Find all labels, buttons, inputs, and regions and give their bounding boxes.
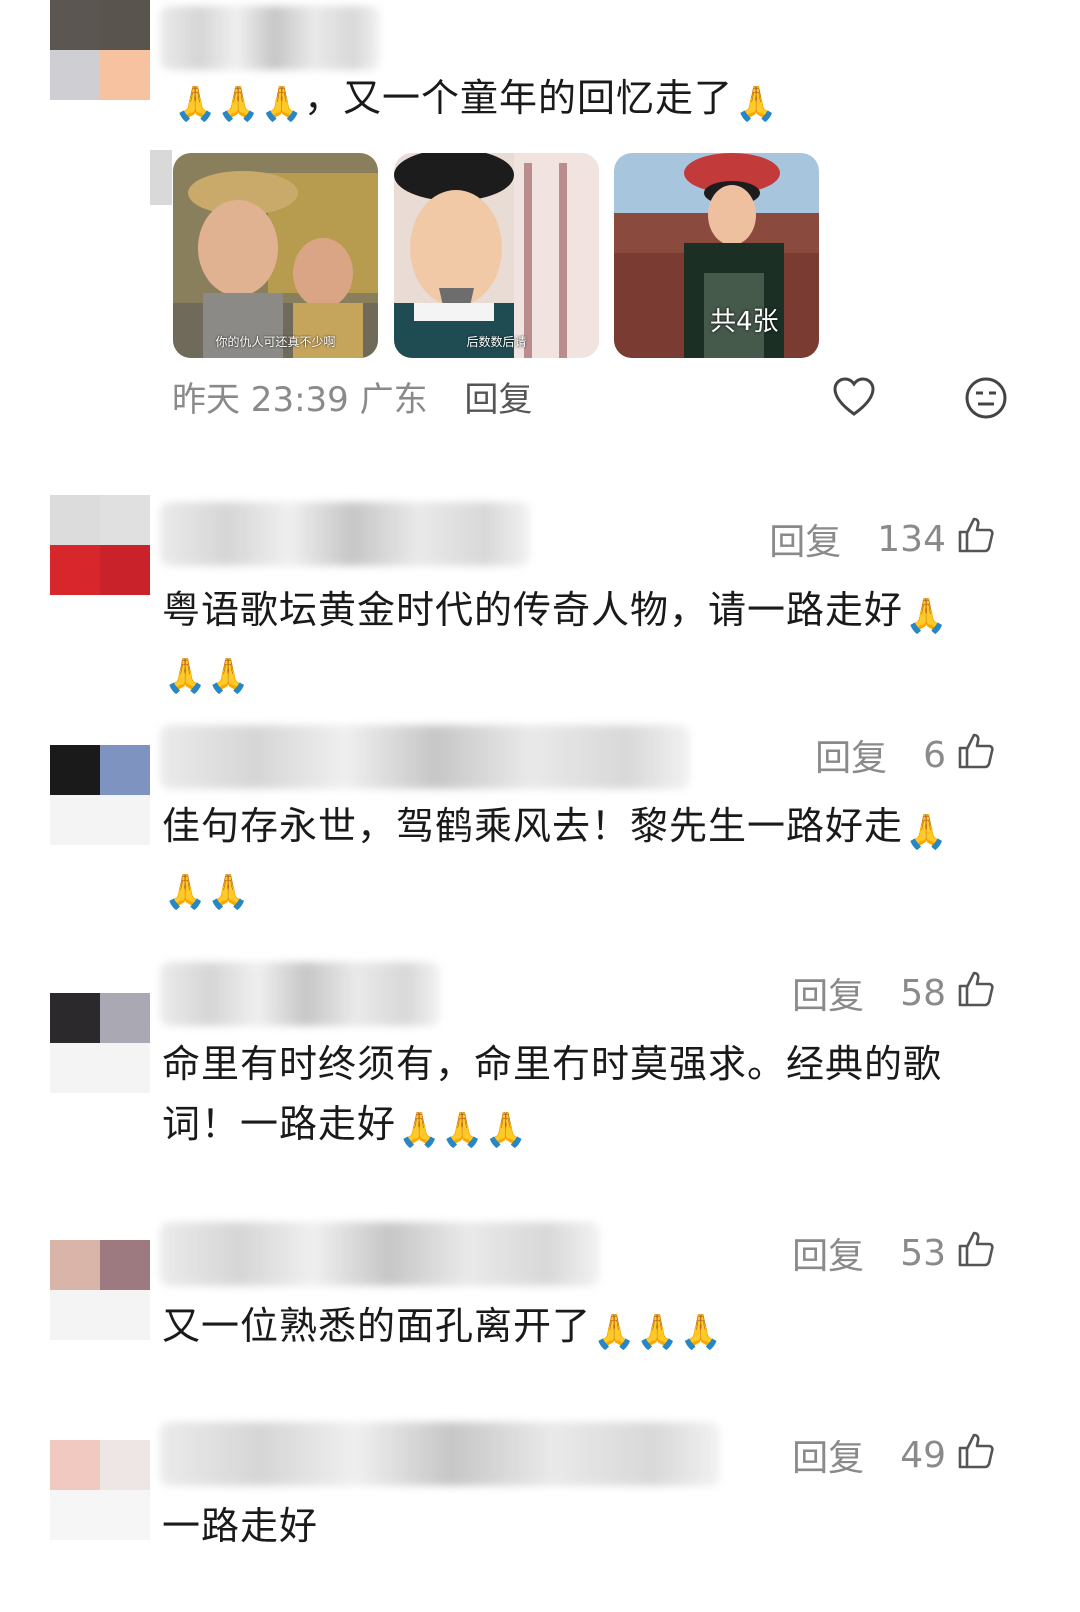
reply-button[interactable]: 回复 <box>769 513 841 565</box>
photo-thumbnail[interactable]: 共4张 <box>614 153 819 358</box>
pray-emoji: 🙏🙏 <box>164 872 251 912</box>
reply-button[interactable]: 回复 <box>815 729 887 781</box>
photo-thumbnail[interactable]: 后数数后请 <box>394 153 599 358</box>
comment-time: 昨天 23:39 <box>172 380 349 420</box>
thumbs-up-icon[interactable] <box>956 969 996 1018</box>
photo-caption: 你的仇人可还真不少啊 <box>215 335 336 349</box>
reply-button[interactable]: 回复 <box>792 1429 864 1481</box>
avatar[interactable] <box>50 1240 150 1340</box>
pray-emoji: 🙏 <box>905 812 949 852</box>
comment-text: 命里有时终须有，命里冇时莫强求。经典的歌 词！一路走好🙏🙏🙏 <box>162 1042 943 1150</box>
dislike-button[interactable] <box>964 376 1008 420</box>
username-blurred[interactable] <box>160 962 440 1026</box>
heart-icon <box>833 377 875 416</box>
like-count: 49 <box>900 1434 946 1476</box>
pray-emoji: 🙏 <box>735 84 779 124</box>
thumbs-up-icon[interactable] <box>956 515 996 564</box>
comment-text: 又一位熟悉的面孔离开了🙏🙏🙏 <box>162 1304 724 1352</box>
pray-emoji: 🙏🙏🙏 <box>398 1110 529 1150</box>
thumbs-up-icon[interactable] <box>956 1431 996 1480</box>
pray-emoji: 🙏🙏 <box>164 656 251 696</box>
comment-text: 一路走好 <box>162 1504 319 1548</box>
comment-meta: 昨天 23:39 广东 回复 <box>172 372 532 421</box>
pray-emoji: 🙏🙏🙏 <box>593 1312 724 1352</box>
avatar[interactable] <box>50 993 150 1093</box>
username-blurred[interactable] <box>160 1222 600 1286</box>
image-count-badge: 共4张 <box>710 307 779 337</box>
neutral-face-icon <box>965 377 1007 419</box>
comment-actions: 回复 53 <box>792 1228 996 1278</box>
avatar[interactable] <box>50 0 150 100</box>
image-edge-accent <box>150 150 172 205</box>
reply-button[interactable]: 回复 <box>792 1227 864 1279</box>
reply-button[interactable]: 回复 <box>464 380 532 420</box>
pray-emoji: 🙏🙏🙏 <box>174 84 305 124</box>
like-count: 6 <box>923 734 946 776</box>
comment-text: 佳句存永世，驾鹤乘风去！黎先生一路好走🙏 🙏🙏 <box>162 804 949 912</box>
photo-caption: 后数数后请 <box>466 335 527 349</box>
reply-button[interactable]: 回复 <box>792 967 864 1019</box>
avatar[interactable] <box>50 495 150 595</box>
username-blurred[interactable] <box>160 6 380 70</box>
comment-actions: 回复 6 <box>815 730 996 780</box>
like-count: 53 <box>900 1232 946 1274</box>
comment-text: 粤语歌坛黄金时代的传奇人物，请一路走好🙏 🙏🙏 <box>162 588 949 696</box>
comment-actions: 回复 58 <box>792 968 996 1018</box>
username-blurred[interactable] <box>160 1422 720 1486</box>
like-count: 58 <box>900 972 946 1014</box>
photo-thumbnail[interactable]: 你的仇人可还真不少啊 <box>173 153 378 358</box>
pray-emoji: 🙏 <box>905 596 949 636</box>
comment-actions: 回复 134 <box>769 514 996 564</box>
like-button[interactable] <box>832 376 876 420</box>
username-blurred[interactable] <box>160 502 530 566</box>
thumbs-up-icon[interactable] <box>956 731 996 780</box>
comment-actions: 回复 49 <box>792 1430 996 1480</box>
comment-text: 🙏🙏🙏，又一个童年的回忆走了🙏 <box>174 76 779 124</box>
avatar[interactable] <box>50 1440 150 1540</box>
comment-location: 广东 <box>359 380 428 420</box>
avatar[interactable] <box>50 745 150 845</box>
like-count: 134 <box>877 518 946 560</box>
username-blurred[interactable] <box>160 725 690 789</box>
thumbs-up-icon[interactable] <box>956 1229 996 1278</box>
